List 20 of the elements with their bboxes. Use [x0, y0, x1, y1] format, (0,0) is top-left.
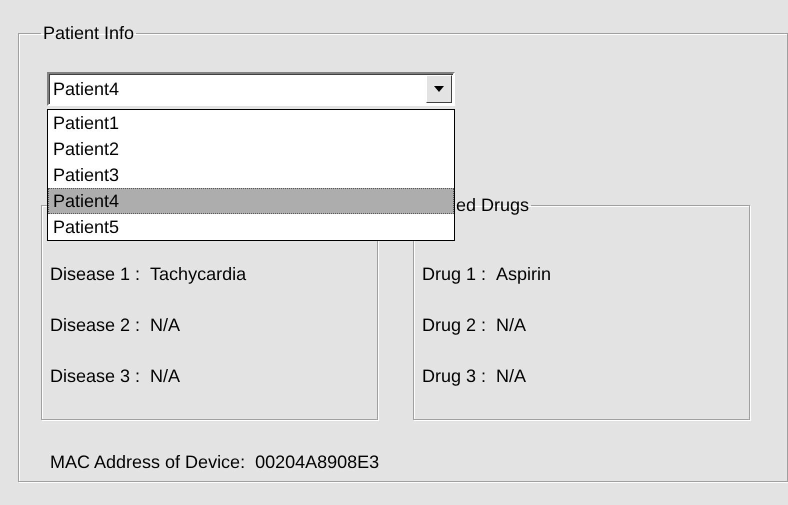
- field-value: N/A: [496, 366, 526, 387]
- field-label: Disease 3 :: [50, 366, 140, 387]
- dropdown-option[interactable]: Patient4: [48, 188, 454, 214]
- dropdown-arrow-button[interactable]: [426, 75, 452, 103]
- field-value: Aspirin: [496, 264, 552, 285]
- field-label: Drug 2 :: [422, 315, 486, 336]
- field-label: MAC Address of Device:: [50, 452, 246, 473]
- patient-dropdown[interactable]: Patient4: [47, 72, 455, 106]
- field-label: Drug 3 :: [422, 366, 486, 387]
- field-label: Disease 2 :: [50, 315, 140, 336]
- field-value: N/A: [150, 315, 180, 336]
- field-value: N/A: [150, 366, 180, 387]
- field-value: 00204A8908E3: [255, 452, 380, 473]
- field-label: Drug 1 :: [422, 264, 486, 285]
- field-label: Disease 1 :: [50, 264, 140, 285]
- field-value: N/A: [496, 315, 526, 336]
- field-value: Tachycardia: [150, 264, 246, 285]
- group-title: ed Drugs: [455, 195, 530, 215]
- caret-down-icon: [434, 86, 444, 92]
- group-title: Patient Info: [42, 23, 136, 43]
